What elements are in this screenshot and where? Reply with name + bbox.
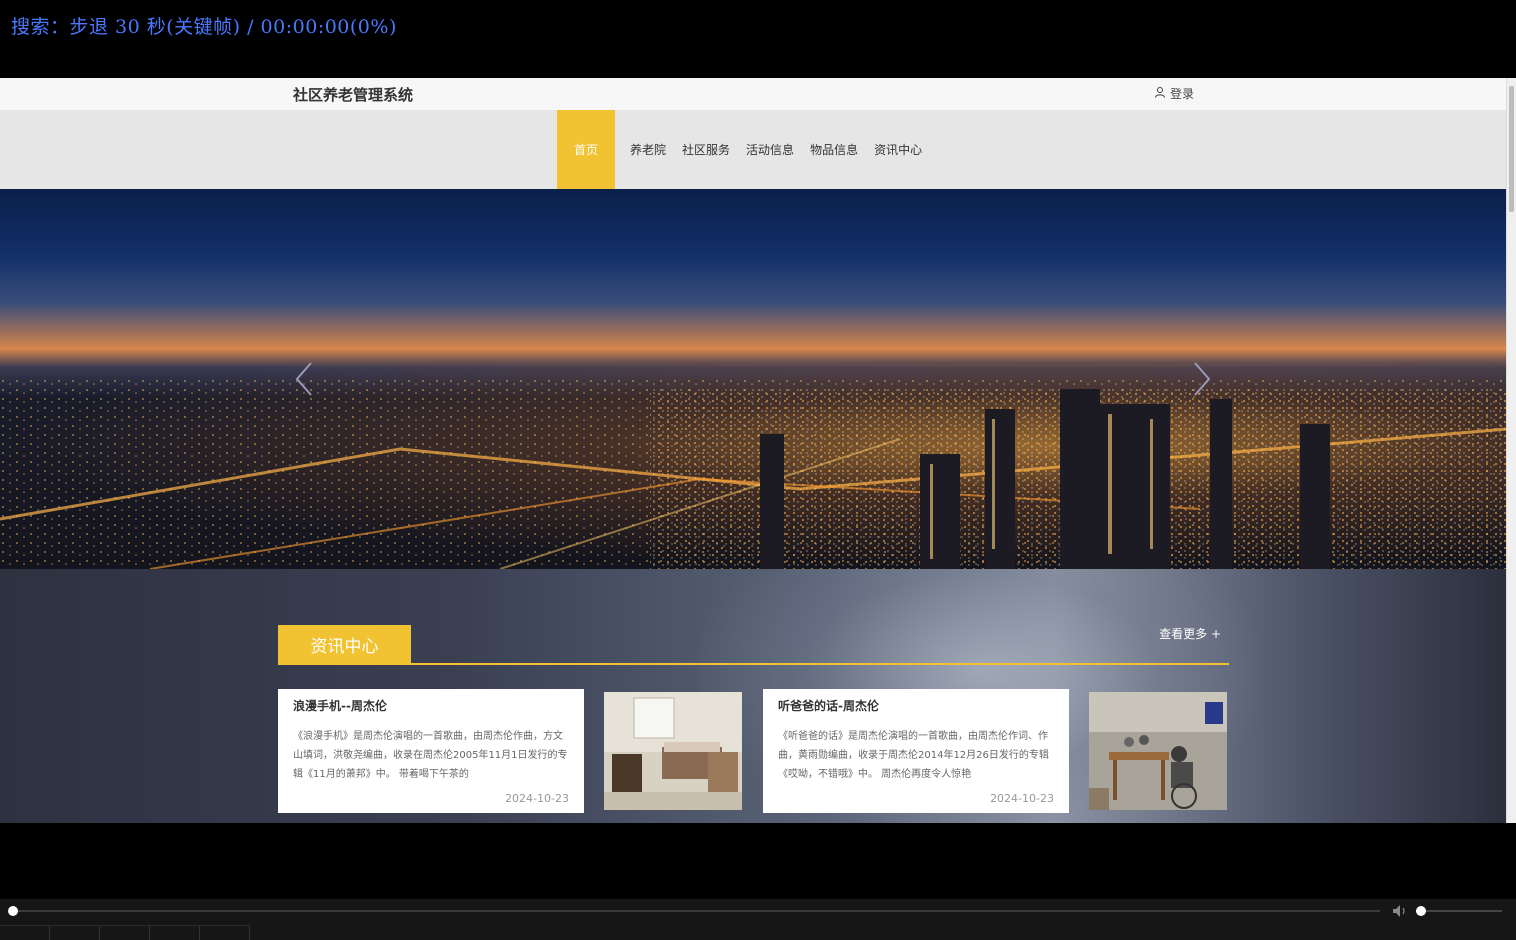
nav-item-activities[interactable]: 活动信息 xyxy=(738,110,802,189)
nav-item-news-center[interactable]: 资讯中心 xyxy=(866,110,930,189)
news-section-title: 资讯中心 xyxy=(278,625,411,663)
news-card-date: 2024-10-23 xyxy=(505,792,569,805)
nav-item-nursing-home[interactable]: 养老院 xyxy=(622,110,674,189)
news-card-excerpt: 《听爸爸的话》是周杰伦演唱的一首歌曲，由周杰伦作词、作曲，黄雨勋编曲，收录于周杰… xyxy=(778,731,1049,780)
city-night-image xyxy=(0,379,1507,569)
player-button[interactable] xyxy=(150,925,200,940)
news-section-header: 资讯中心 查看更多 + xyxy=(278,625,1229,665)
player-osd: 搜索：步退 30 秒(关键帧) / 00:00:00(0%) xyxy=(11,16,397,38)
view-more-link[interactable]: 查看更多 + xyxy=(1159,625,1221,642)
player-button[interactable] xyxy=(200,925,250,940)
news-card-title: 听爸爸的话-周杰伦 xyxy=(778,699,879,713)
top-bar: 社区养老管理系统 登录 xyxy=(0,78,1507,111)
news-card-image[interactable] xyxy=(604,692,742,810)
news-section: 资讯中心 查看更多 + 浪漫手机--周杰伦 《浪漫手机》是周杰伦演唱的一首歌曲，… xyxy=(0,569,1507,823)
carousel-next-arrow-icon[interactable] xyxy=(1191,361,1213,397)
nav-item-community-service[interactable]: 社区服务 xyxy=(674,110,738,189)
scrollbar-thumb[interactable] xyxy=(1509,86,1514,212)
login-link[interactable]: 登录 xyxy=(1154,85,1194,102)
player-button[interactable] xyxy=(0,925,50,940)
hero-carousel xyxy=(0,189,1507,569)
news-card[interactable]: 浪漫手机--周杰伦 《浪漫手机》是周杰伦演唱的一首歌曲，由周杰伦作曲，方文山填词… xyxy=(278,689,584,813)
nav-item-goods[interactable]: 物品信息 xyxy=(802,110,866,189)
user-icon xyxy=(1154,86,1166,101)
volume-icon[interactable] xyxy=(1392,904,1408,918)
main-navigation: 首页 养老院 社区服务 活动信息 物品信息 资讯中心 xyxy=(0,110,1507,189)
player-button[interactable] xyxy=(100,925,150,940)
site-title: 社区养老管理系统 xyxy=(293,86,414,104)
news-card-excerpt: 《浪漫手机》是周杰伦演唱的一首歌曲，由周杰伦作曲，方文山填词，洪敬尧编曲，收录在… xyxy=(293,731,568,780)
seek-knob[interactable] xyxy=(8,906,18,916)
volume-knob[interactable] xyxy=(1416,906,1427,916)
news-card[interactable]: 听爸爸的话-周杰伦 《听爸爸的话》是周杰伦演唱的一首歌曲，由周杰伦作词、作曲，黄… xyxy=(763,689,1069,813)
player-button[interactable] xyxy=(50,925,100,940)
player-button-row xyxy=(0,925,250,940)
carousel-prev-arrow-icon[interactable] xyxy=(293,361,315,397)
login-label: 登录 xyxy=(1170,87,1195,101)
news-card-image[interactable] xyxy=(1089,692,1227,810)
page-scrollbar[interactable] xyxy=(1506,78,1516,823)
volume-slider[interactable] xyxy=(1416,910,1502,912)
seek-bar[interactable] xyxy=(12,910,1380,912)
web-viewport: 社区养老管理系统 登录 首页 养老院 社区服务 活动信息 物品信息 资讯中心 资… xyxy=(0,78,1516,823)
news-card-date: 2024-10-23 xyxy=(990,792,1054,805)
player-controls xyxy=(0,899,1516,940)
nav-item-home[interactable]: 首页 xyxy=(557,110,616,189)
news-card-title: 浪漫手机--周杰伦 xyxy=(293,699,387,713)
